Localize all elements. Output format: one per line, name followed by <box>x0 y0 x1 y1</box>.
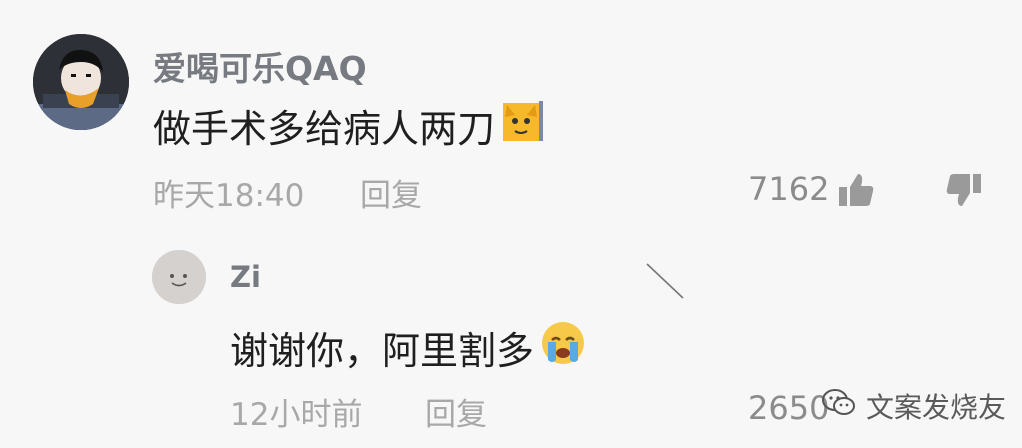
reply-time: 12小时前 <box>230 397 363 433</box>
username[interactable]: 爱喝可乐QAQ <box>153 42 367 90</box>
avatar[interactable] <box>33 34 129 130</box>
watermark: 文案发烧友 <box>822 386 1006 426</box>
wechat-icon <box>822 387 856 426</box>
crying-face-emoji-icon <box>540 320 586 375</box>
watermark-text: 文案发烧友 <box>866 391 1007 424</box>
comment-time: 昨天18:40 <box>153 178 305 214</box>
thumbs-down-icon[interactable] <box>944 170 984 210</box>
comment-item: 爱喝可乐QAQ 做手术多给病人两刀 昨天18:40 回复 7162 <box>0 0 1022 230</box>
reply-button[interactable]: 回复 <box>425 389 487 434</box>
like-count: 2650 <box>748 389 830 427</box>
reply-button[interactable]: 回复 <box>360 170 422 215</box>
comment-text: 做手术多给病人两刀 <box>153 98 545 153</box>
comment-text-label: 做手术多给病人两刀 <box>153 107 496 151</box>
username[interactable]: Zi <box>230 260 261 294</box>
avatar[interactable] <box>152 250 206 304</box>
reply-text: 谢谢你，阿里割多 <box>230 320 586 375</box>
cat-face-emoji-icon <box>501 99 545 152</box>
reply-text-label: 谢谢你，阿里割多 <box>230 329 535 373</box>
like-count: 7162 <box>748 170 830 208</box>
thumbs-up-icon[interactable] <box>836 170 876 210</box>
divider-line <box>645 262 685 302</box>
